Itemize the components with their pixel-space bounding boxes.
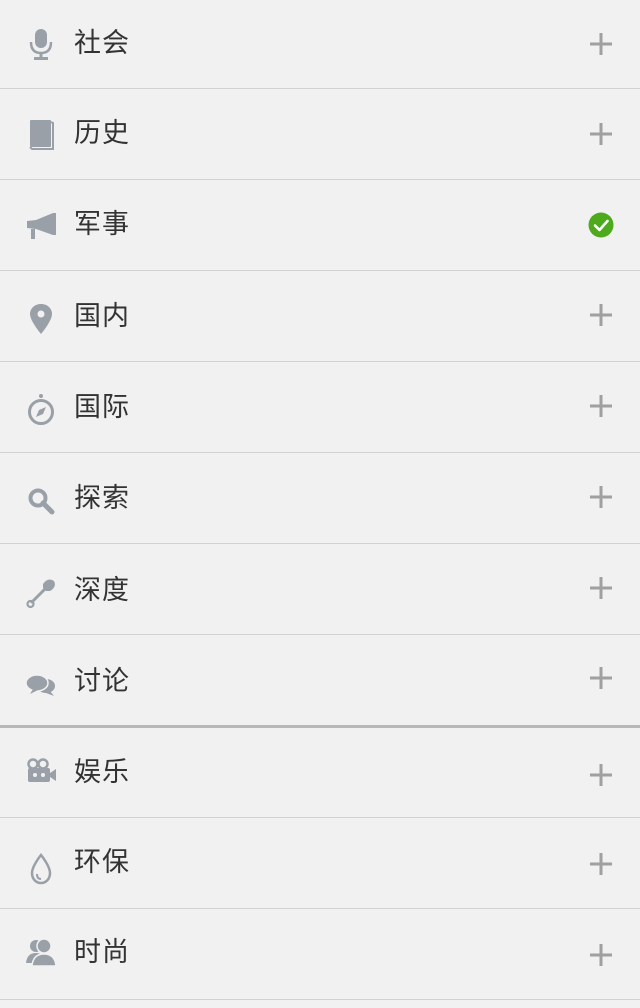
category-row-military[interactable]: 军事	[0, 180, 640, 271]
add-category-button[interactable]	[584, 571, 618, 605]
water-drop-icon	[24, 852, 58, 886]
category-list: 社会 历史 军事 国内 国际 探索 深度 讨论 娱乐 环保 时尚	[0, 0, 640, 1008]
category-label: 国内	[74, 301, 130, 332]
add-category-button[interactable]	[584, 480, 618, 514]
category-label: 讨论	[74, 666, 130, 697]
category-row-depth[interactable]: 深度	[0, 544, 640, 635]
add-category-button[interactable]	[584, 661, 618, 695]
category-label: 国际	[74, 392, 130, 423]
plus-icon	[590, 853, 612, 875]
category-label: 探索	[74, 483, 130, 514]
add-category-button[interactable]	[584, 389, 618, 423]
category-row-international[interactable]: 国际	[0, 362, 640, 453]
chat-bubbles-icon	[24, 667, 58, 701]
add-category-button[interactable]	[584, 938, 618, 972]
check-circle-icon	[588, 212, 614, 238]
plus-icon	[590, 944, 612, 966]
category-row-explore[interactable]: 探索	[0, 453, 640, 544]
plus-icon	[590, 577, 612, 599]
plus-icon	[590, 486, 612, 508]
plus-icon	[590, 33, 612, 55]
location-pin-icon	[24, 302, 58, 336]
category-row-fashion[interactable]: 时尚	[0, 909, 640, 1000]
category-label: 深度	[74, 575, 130, 606]
category-row-domestic[interactable]: 国内	[0, 271, 640, 362]
magnifier-icon	[24, 484, 58, 518]
category-row-history[interactable]: 历史	[0, 89, 640, 180]
add-category-button[interactable]	[584, 27, 618, 61]
subscribed-toggle[interactable]	[584, 208, 618, 242]
shovel-icon	[24, 576, 58, 610]
megaphone-icon	[24, 210, 58, 244]
plus-icon	[590, 764, 612, 786]
book-icon	[24, 117, 58, 151]
category-label: 环保	[74, 847, 130, 878]
category-label: 娱乐	[74, 757, 130, 788]
category-row-entertainment[interactable]: 娱乐	[0, 728, 640, 818]
category-label: 社会	[74, 28, 130, 59]
video-camera-icon	[24, 756, 58, 790]
category-label: 历史	[74, 118, 130, 149]
category-row-environment[interactable]: 环保	[0, 818, 640, 909]
people-icon	[24, 936, 58, 970]
compass-icon	[24, 393, 58, 427]
category-label: 时尚	[74, 937, 130, 968]
plus-icon	[590, 395, 612, 417]
category-label: 军事	[74, 209, 130, 240]
category-row-social[interactable]: 社会	[0, 0, 640, 89]
plus-icon	[590, 667, 612, 689]
plus-icon	[590, 123, 612, 145]
add-category-button[interactable]	[584, 758, 618, 792]
add-category-button[interactable]	[584, 117, 618, 151]
add-category-button[interactable]	[584, 847, 618, 881]
plus-icon	[590, 304, 612, 326]
category-row-discussion[interactable]: 讨论	[0, 635, 640, 728]
microphone-icon	[24, 27, 58, 61]
add-category-button[interactable]	[584, 298, 618, 332]
